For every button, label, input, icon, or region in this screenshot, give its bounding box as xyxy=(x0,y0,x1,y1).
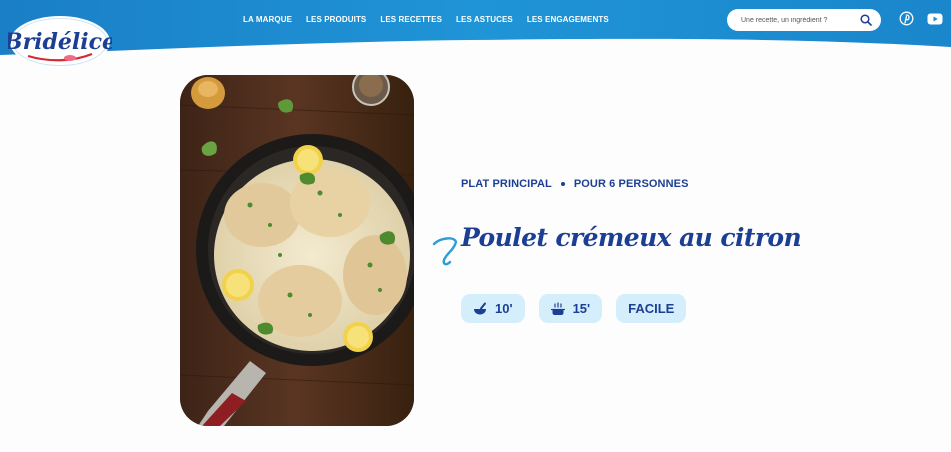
nav-les-recettes[interactable]: LES RECETTES xyxy=(380,15,442,24)
recipe-photo xyxy=(180,75,414,426)
separator-dot xyxy=(560,182,565,186)
mortar-pestle-icon xyxy=(473,302,487,316)
logo-wordmark: Bridélice xyxy=(8,29,112,55)
search-input[interactable] xyxy=(741,16,851,24)
nav-la-marque[interactable]: LA MARQUE xyxy=(243,15,292,24)
cook-time-badge: 15' xyxy=(538,294,603,323)
youtube-icon[interactable] xyxy=(927,11,943,26)
nav-les-engagements[interactable]: LES ENGAGEMENTS xyxy=(527,15,609,24)
recipe-title-block: Poulet crémeux au citron xyxy=(432,220,802,266)
pinterest-icon[interactable] xyxy=(899,11,914,26)
brand-logo[interactable]: Bridélice xyxy=(3,14,116,70)
cooking-pot-icon xyxy=(550,301,565,316)
recipe-meta: PLAT PRINCIPAL POUR 6 PERSONNES xyxy=(461,178,689,190)
recipe-title: Poulet crémeux au citron xyxy=(461,223,802,252)
cook-time: 15' xyxy=(572,301,591,316)
squiggle-decoration-icon xyxy=(432,237,458,266)
nav-les-produits[interactable]: LES PRODUITS xyxy=(306,15,366,24)
prep-time-badge: 10' xyxy=(461,294,525,323)
recipe-category: PLAT PRINCIPAL xyxy=(461,178,552,190)
search-icon[interactable] xyxy=(859,13,873,27)
main-nav: LA MARQUE LES PRODUITS LES RECETTES LES … xyxy=(243,15,609,24)
recipe-badges: 10' 15' FACILE xyxy=(461,294,687,323)
recipe-servings: POUR 6 PERSONNES xyxy=(573,178,689,190)
nav-les-astuces[interactable]: LES ASTUCES xyxy=(456,15,513,24)
difficulty-badge: FACILE xyxy=(616,294,687,323)
difficulty-label: FACILE xyxy=(628,301,675,316)
prep-time: 10' xyxy=(495,301,513,316)
search-bar xyxy=(727,9,881,31)
